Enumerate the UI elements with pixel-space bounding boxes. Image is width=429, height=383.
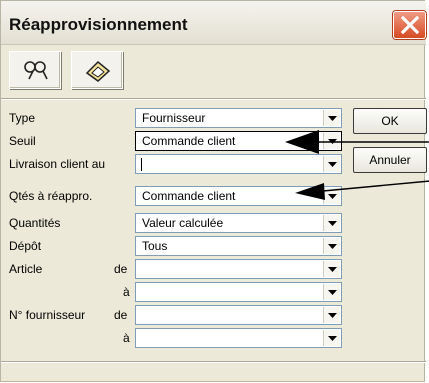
- depot-select[interactable]: Tous: [135, 236, 342, 256]
- article-from-dropdown-button[interactable]: [323, 261, 340, 277]
- article-label: Article: [9, 262, 43, 276]
- article-from-select[interactable]: [135, 259, 342, 279]
- fournisseur-from-dropdown-button[interactable]: [323, 307, 340, 323]
- chevron-down-icon: [328, 139, 337, 144]
- depot-dropdown-button[interactable]: [323, 238, 340, 254]
- seuil-value: Commande client: [142, 134, 236, 148]
- qtes-reappro-value: Commande client: [142, 189, 236, 203]
- qtes-reappro-label: Qtés à réappro.: [9, 189, 93, 203]
- eraser-icon: [85, 60, 111, 82]
- chevron-down-icon: [328, 290, 337, 295]
- title-bar[interactable]: Réapprovisionnement: [1, 1, 426, 45]
- fournisseur-from-label: de: [114, 308, 128, 322]
- article-to-label: à: [123, 285, 130, 299]
- type-label: Type: [9, 111, 36, 125]
- search-button[interactable]: [9, 51, 61, 89]
- type-select[interactable]: Fournisseur: [135, 108, 342, 128]
- livraison-input[interactable]: [135, 154, 342, 174]
- seuil-select[interactable]: Commande client: [135, 131, 342, 151]
- toolbar: [9, 51, 137, 91]
- chevron-down-icon: [328, 116, 337, 121]
- depot-label: Dépôt: [9, 239, 42, 253]
- text-caret: [141, 158, 142, 171]
- type-dropdown-button[interactable]: [323, 110, 340, 126]
- fournisseur-from-select[interactable]: [135, 305, 342, 325]
- quantites-label: Quantités: [9, 216, 61, 230]
- quantites-select[interactable]: Valeur calculée: [135, 213, 342, 233]
- bottom-divider: [1, 361, 426, 363]
- article-from-label: de: [114, 262, 128, 276]
- dialog-window: Réapprovisionnement Type Fournisseur Seu…: [0, 0, 429, 382]
- chevron-down-icon: [328, 162, 337, 167]
- chevron-down-icon: [328, 221, 337, 226]
- fournisseur-to-select[interactable]: [135, 328, 342, 348]
- fournisseur-to-label: à: [123, 331, 130, 345]
- livraison-dropdown-button[interactable]: [323, 156, 340, 172]
- chevron-down-icon: [328, 336, 337, 341]
- depot-value: Tous: [142, 239, 168, 253]
- window-title: Réapprovisionnement: [9, 15, 188, 34]
- search-icon: [24, 61, 48, 80]
- chevron-down-icon: [328, 267, 337, 272]
- toolbar-divider: [1, 98, 426, 100]
- cancel-button[interactable]: Annuler: [353, 147, 427, 173]
- type-value: Fournisseur: [142, 111, 206, 125]
- clear-button[interactable]: [71, 51, 123, 89]
- chevron-down-icon: [328, 194, 337, 199]
- chevron-down-icon: [328, 244, 337, 249]
- close-icon: [401, 16, 419, 34]
- seuil-label: Seuil: [9, 134, 36, 148]
- seuil-dropdown-button[interactable]: [323, 133, 340, 149]
- chevron-down-icon: [328, 313, 337, 318]
- qtes-reappro-select[interactable]: Commande client: [135, 186, 342, 206]
- quantites-dropdown-button[interactable]: [323, 215, 340, 231]
- article-to-select[interactable]: [135, 282, 342, 302]
- fournisseur-to-dropdown-button[interactable]: [323, 330, 340, 346]
- article-to-dropdown-button[interactable]: [323, 284, 340, 300]
- qtes-reappro-dropdown-button[interactable]: [323, 188, 340, 204]
- close-button[interactable]: [393, 11, 426, 39]
- ok-button[interactable]: OK: [353, 108, 427, 134]
- quantites-value: Valeur calculée: [142, 216, 224, 230]
- fournisseur-label: N° fournisseur: [9, 308, 86, 322]
- livraison-label: Livraison client au: [9, 157, 106, 171]
